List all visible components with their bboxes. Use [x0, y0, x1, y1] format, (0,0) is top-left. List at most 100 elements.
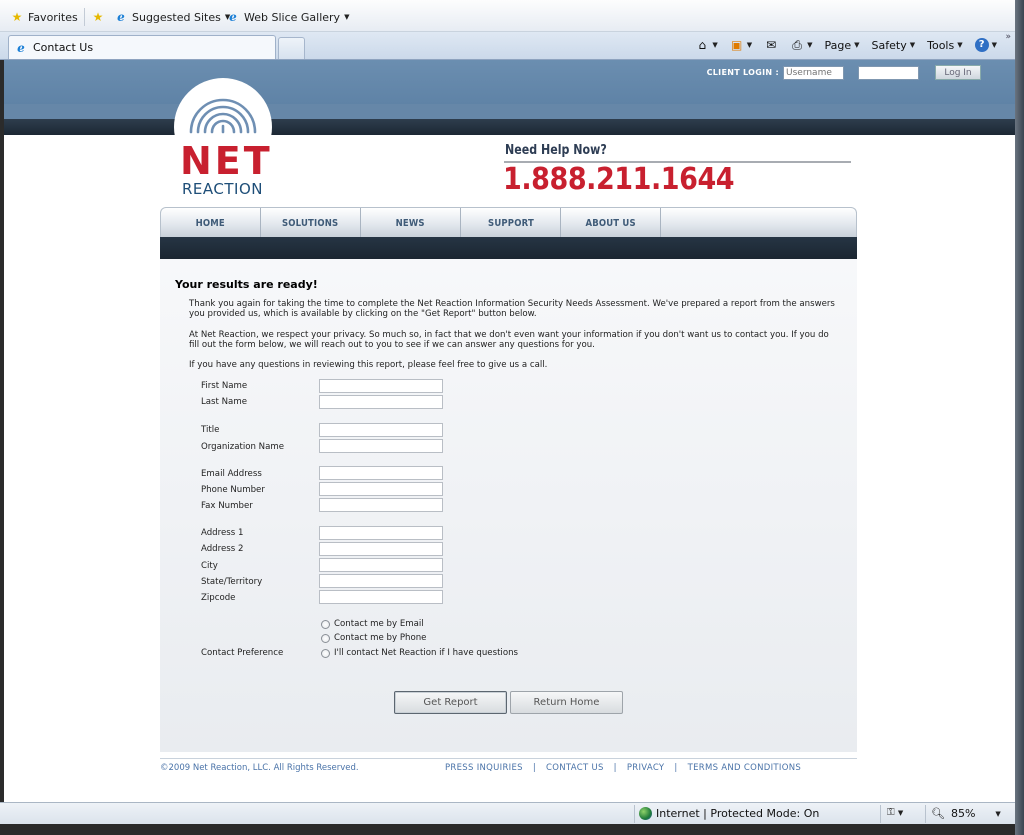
title-label: Title	[201, 425, 220, 435]
state-territory-label: State/Territory	[201, 577, 263, 587]
chevron-down-icon: ▼	[909, 41, 916, 49]
address2-label: Address 2	[201, 544, 244, 554]
address2-input[interactable]	[319, 542, 443, 556]
home-icon: ⌂	[698, 38, 707, 52]
help-button[interactable]: ? ▼	[974, 38, 997, 52]
contact-phone-option[interactable]: Contact me by Phone	[321, 633, 426, 643]
security-settings-button[interactable]: ⚿ ▼	[887, 807, 903, 818]
contact-phone-radio[interactable]	[321, 633, 330, 643]
zipcode-label: Zipcode	[201, 593, 236, 603]
status-divider	[925, 805, 926, 823]
chevron-down-icon: ▼	[854, 41, 860, 49]
first-name-label: First Name	[201, 381, 248, 391]
web-slice-gallery-link[interactable]: e Web Slice Gallery ▼	[226, 10, 349, 24]
security-zone[interactable]: Internet | Protected Mode: On	[639, 807, 819, 820]
chevron-down-icon: ▼	[991, 41, 997, 49]
city-input[interactable]	[319, 558, 443, 572]
taskbar-edge	[0, 824, 1015, 835]
command-bar: ⌂ ▼ ▣ ▼ ✉ ⎙ ▼ Page ▼ Safety ▼ Tools ▼ ? ▼	[695, 38, 997, 52]
footer-links: PRESS INQUIRIES | CONTACT US | PRIVACY |…	[445, 763, 801, 773]
privacy-link[interactable]: PRIVACY	[627, 763, 665, 773]
email-address-input[interactable]	[319, 466, 443, 480]
logo-reaction-text: REACTION	[182, 180, 263, 198]
internet-globe-icon	[639, 807, 652, 820]
fax-number-input[interactable]	[319, 498, 443, 512]
footer-divider	[160, 758, 857, 759]
intro-paragraph: Thank you again for taking the time to c…	[189, 299, 835, 319]
state-territory-input[interactable]	[319, 574, 443, 588]
footer-separator: |	[532, 763, 537, 773]
logo-fingerprint-icon	[189, 98, 257, 134]
overflow-chevron-icon[interactable]: »	[1005, 32, 1011, 42]
return-home-button[interactable]: Return Home	[510, 691, 623, 714]
self-contact-option[interactable]: I'll contact Net Reaction if I have ques…	[321, 648, 518, 658]
title-input[interactable]	[319, 423, 443, 437]
new-tab-button[interactable]	[278, 37, 305, 59]
address1-label: Address 1	[201, 528, 244, 538]
home-button[interactable]: ⌂ ▼	[695, 38, 718, 52]
log-in-button[interactable]: Log In	[935, 65, 981, 80]
web-slice-icon: e	[229, 10, 237, 24]
print-icon: ⎙	[792, 38, 802, 52]
zipcode-input[interactable]	[319, 590, 443, 604]
chevron-down-icon: ▼	[746, 41, 753, 49]
contact-email-radio[interactable]	[321, 619, 330, 629]
get-report-button[interactable]: Get Report	[394, 691, 507, 714]
favorites-bar: ★ Favorites ★ e Suggested Sites ▼ e Web …	[0, 0, 1015, 32]
tab-bar: e Contact Us ⌂ ▼ ▣ ▼ ✉ ⎙ ▼ Page ▼ Safety ▼ To…	[0, 32, 1015, 60]
suggested-sites-link[interactable]: e Suggested Sites ▼	[114, 10, 230, 24]
zoom-control[interactable]: 🔍︎ 85% ▼	[931, 807, 1001, 820]
organization-name-label: Organization Name	[201, 442, 285, 452]
copyright-text: ©2009 Net Reaction, LLC. All Rights Rese…	[160, 763, 359, 773]
password-input[interactable]	[858, 65, 919, 80]
username-input[interactable]	[783, 65, 844, 80]
press-inquiries-link[interactable]: PRESS INQUIRIES	[445, 763, 523, 773]
client-login-label: CLIENT LOGIN :	[706, 68, 779, 77]
ie-icon: e	[117, 10, 125, 24]
contact-us-link[interactable]: CONTACT US	[546, 763, 604, 773]
nav-solutions[interactable]: SOLUTIONS	[261, 208, 361, 238]
nav-support[interactable]: SUPPORT	[461, 208, 561, 238]
add-to-favorites-bar-button[interactable]: ★	[91, 10, 105, 24]
print-button[interactable]: ⎙ ▼	[790, 38, 812, 52]
first-name-input[interactable]	[319, 379, 443, 393]
organization-name-input[interactable]	[319, 439, 443, 453]
last-name-label: Last Name	[201, 397, 247, 407]
page-menu[interactable]: Page ▼	[825, 39, 860, 52]
site-header-band-lower	[4, 104, 1015, 120]
main-navigation: HOME SOLUTIONS NEWS SUPPORT ABOUT US	[160, 207, 857, 238]
browser-viewport: CLIENT LOGIN : Log In NET REACTION Need …	[4, 60, 1015, 802]
safety-menu[interactable]: Safety ▼	[872, 39, 916, 52]
chevron-down-icon: ▼	[897, 809, 904, 817]
nav-dark-strip	[160, 237, 857, 259]
tools-menu[interactable]: Tools ▼	[927, 39, 963, 52]
status-divider	[634, 805, 635, 823]
address1-input[interactable]	[319, 526, 443, 540]
read-mail-button[interactable]: ✉	[764, 38, 778, 52]
self-contact-radio[interactable]	[321, 648, 330, 658]
contact-email-option[interactable]: Contact me by Email	[321, 619, 424, 629]
lock-icon: ⚿	[887, 807, 895, 818]
terms-and-conditions-link[interactable]: TERMS AND CONDITIONS	[688, 763, 802, 773]
need-help-label: Need Help Now?	[505, 143, 607, 158]
favorites-button[interactable]: ★ Favorites	[10, 10, 78, 24]
feeds-button[interactable]: ▣ ▼	[730, 38, 752, 52]
help-icon: ?	[974, 38, 989, 52]
status-bar: Internet | Protected Mode: On ⚿ ▼ 🔍︎ 85%…	[0, 802, 1015, 824]
phone-number-input[interactable]	[319, 482, 443, 496]
nav-home[interactable]: HOME	[161, 208, 261, 238]
rss-icon: ▣	[731, 38, 743, 52]
email-address-label: Email Address	[201, 469, 262, 479]
footer-separator: |	[613, 763, 617, 773]
phone-number-label: Phone Number	[201, 485, 265, 495]
last-name-input[interactable]	[319, 395, 443, 409]
chevron-down-icon: ▼	[957, 41, 963, 49]
site-header-dark-strip	[4, 119, 1015, 135]
chevron-down-icon: ▼	[995, 809, 1001, 818]
favorites-star-icon: ★	[11, 10, 23, 24]
page-favicon-icon: e	[17, 40, 25, 55]
nav-about-us[interactable]: ABOUT US	[561, 208, 661, 238]
client-login: CLIENT LOGIN : Log In	[707, 65, 981, 80]
nav-news[interactable]: NEWS	[361, 208, 461, 238]
tab-contact-us[interactable]: e Contact Us	[8, 35, 276, 59]
